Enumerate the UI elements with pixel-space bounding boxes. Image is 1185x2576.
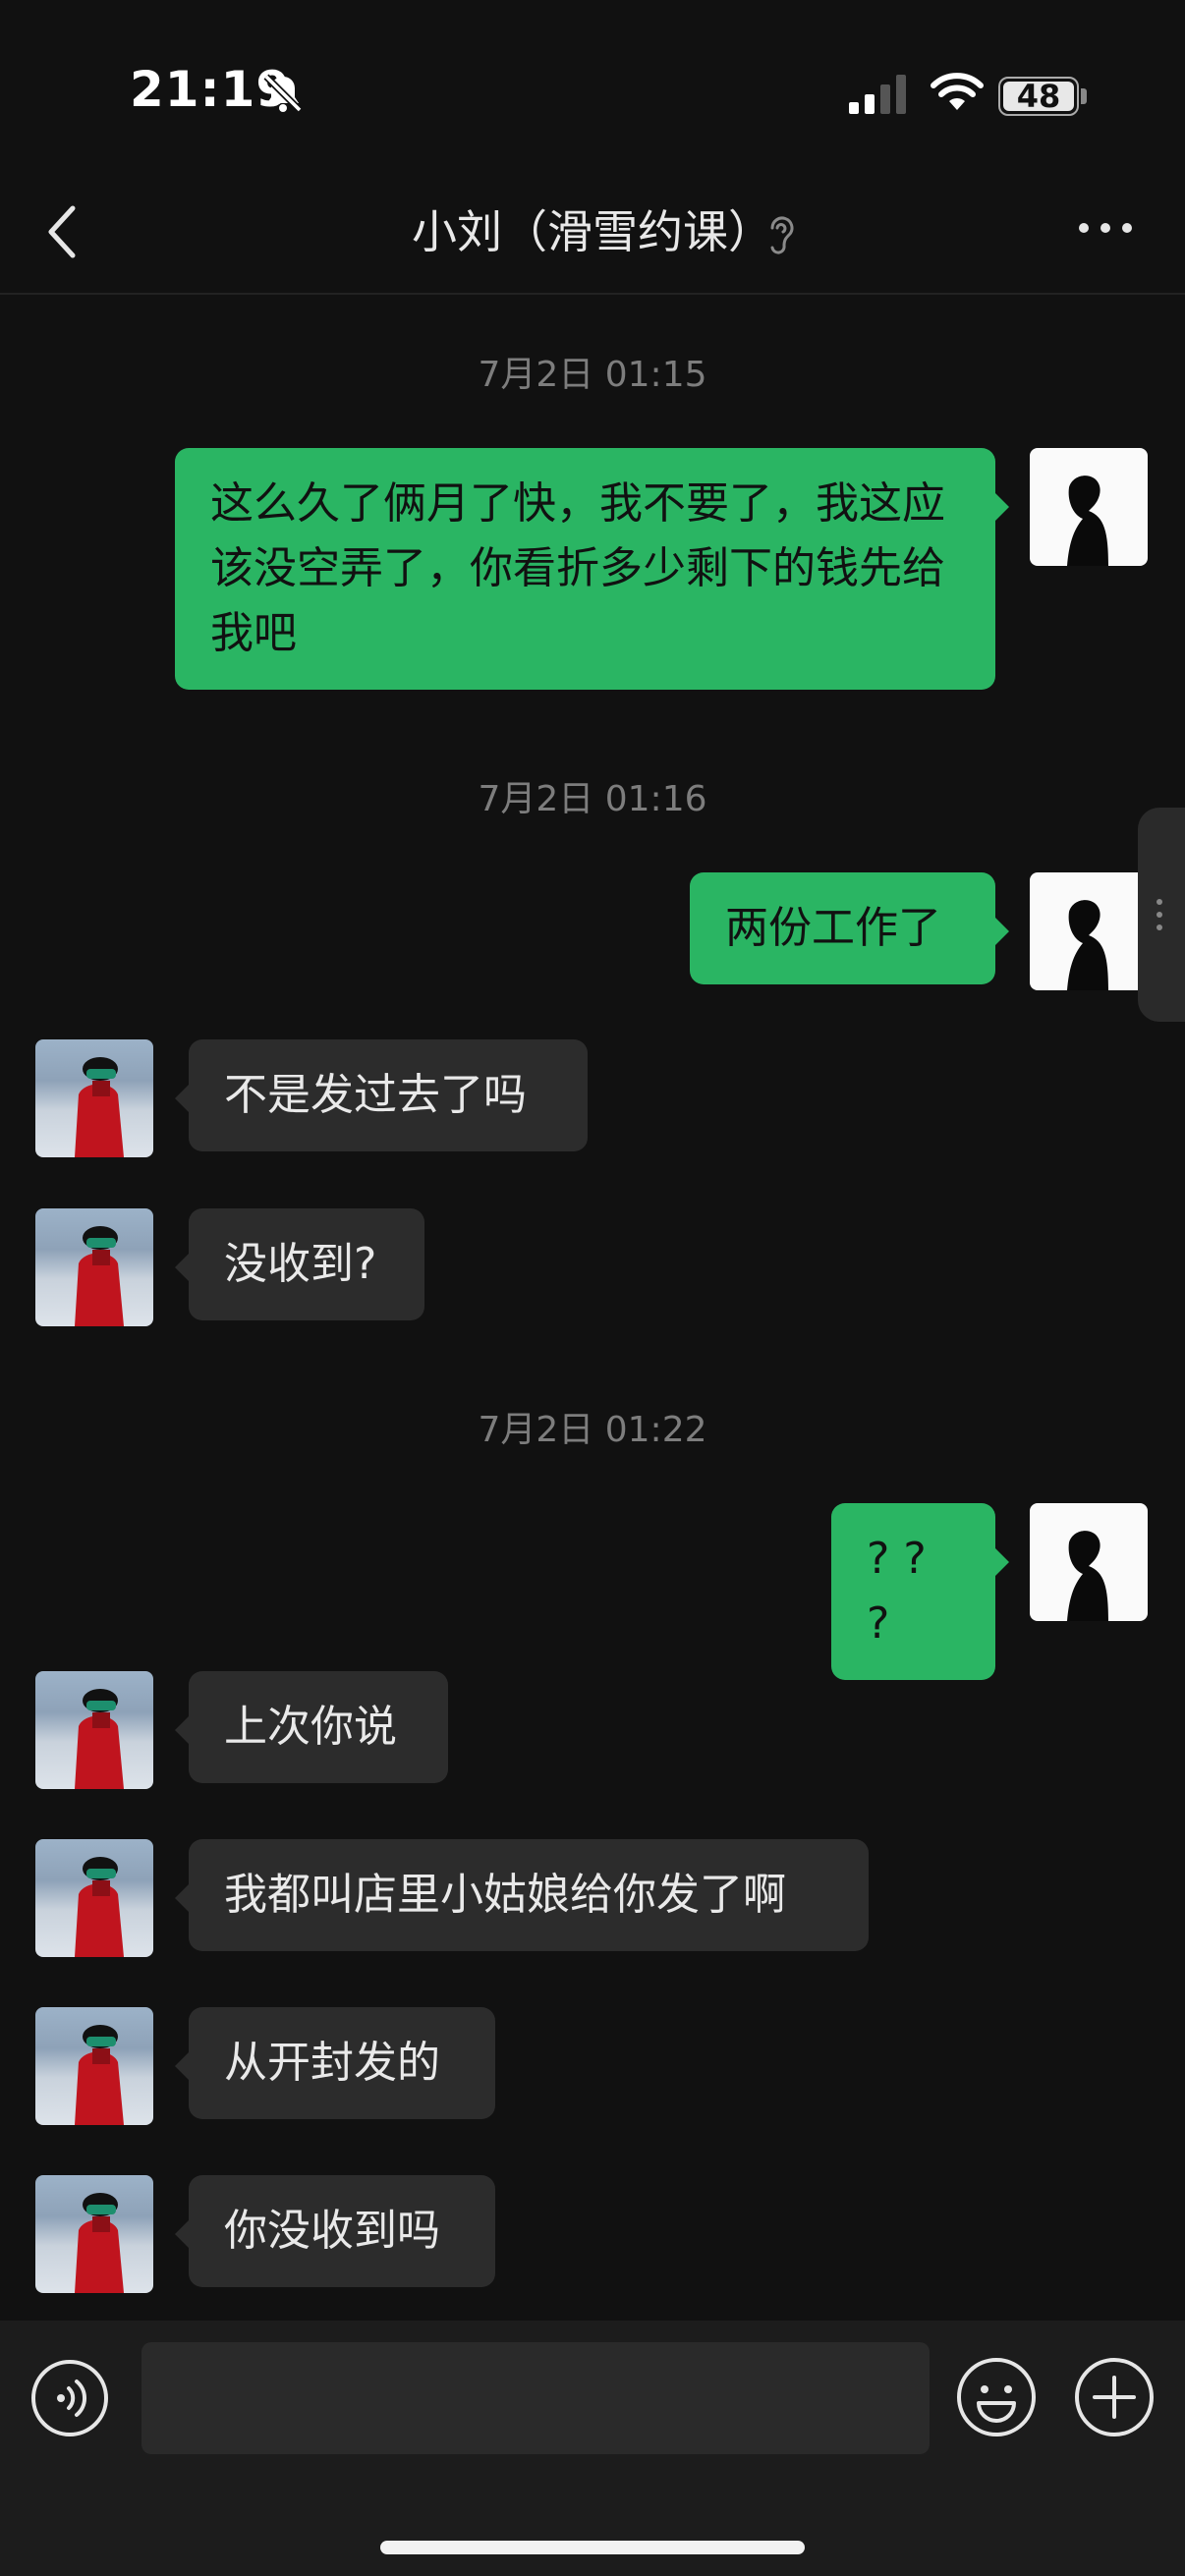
avatar-contact[interactable] bbox=[35, 1208, 153, 1326]
message-bubble-self[interactable]: 两份工作了 bbox=[690, 872, 1009, 984]
snowboarder-avatar-icon bbox=[75, 2193, 124, 2293]
emoji-icon[interactable] bbox=[955, 2356, 1038, 2438]
timestamp: 7月2日 01:15 bbox=[478, 355, 707, 395]
silhouette-avatar-icon bbox=[1067, 900, 1108, 990]
timestamp: 7月2日 01:16 bbox=[478, 779, 707, 819]
home-indicator[interactable] bbox=[380, 2541, 805, 2554]
side-drag-handle[interactable] bbox=[1138, 808, 1185, 1022]
message-bubble-contact[interactable]: 我都叫店里小姑娘给你发了啊 bbox=[175, 1839, 869, 1951]
message-text: ? ? ? bbox=[867, 1534, 927, 1649]
wifi-icon bbox=[931, 73, 984, 110]
message-text: 从开封发的 bbox=[224, 2038, 440, 2088]
silhouette-avatar-icon bbox=[1067, 476, 1108, 566]
message-bubble-contact[interactable]: 不是发过去了吗 bbox=[175, 1039, 588, 1151]
message-text: 两份工作了 bbox=[725, 903, 941, 953]
silhouette-avatar-icon bbox=[1067, 1531, 1108, 1621]
avatar-self[interactable] bbox=[1030, 448, 1148, 566]
more-dots-icon[interactable] bbox=[1076, 218, 1135, 238]
drag-handle-icon bbox=[1157, 899, 1162, 930]
nav-divider bbox=[0, 293, 1185, 295]
avatar-contact[interactable] bbox=[35, 2007, 153, 2125]
message-bubble-self[interactable]: 这么久了俩月了快，我不要了，我这应该没空弄了，你看折多少剩下的钱先给我吧 bbox=[175, 448, 1009, 690]
bell-slash-icon bbox=[263, 74, 303, 113]
signal-icon bbox=[849, 75, 906, 114]
battery-tip bbox=[1081, 88, 1087, 104]
message-bubble-contact[interactable]: 你没收到吗 bbox=[175, 2175, 495, 2287]
snowboarder-avatar-icon bbox=[75, 1226, 124, 1326]
chat-title: 小刘（滑雪约课） bbox=[412, 205, 773, 258]
message-bubble-contact[interactable]: 没收到? bbox=[175, 1208, 424, 1320]
battery-level: 48 bbox=[1016, 78, 1061, 115]
snowboarder-avatar-icon bbox=[75, 1857, 124, 1957]
message-bubble-contact[interactable]: 上次你说 bbox=[175, 1671, 448, 1783]
timestamp: 7月2日 01:22 bbox=[478, 1410, 707, 1450]
message-input[interactable] bbox=[141, 2342, 930, 2454]
voice-icon[interactable] bbox=[29, 2358, 110, 2438]
avatar-contact[interactable] bbox=[35, 1039, 153, 1157]
message-text: 你没收到吗 bbox=[224, 2206, 440, 2256]
ear-icon bbox=[770, 216, 794, 254]
message-text: 不是发过去了吗 bbox=[224, 1070, 527, 1120]
avatar-contact[interactable] bbox=[35, 2175, 153, 2293]
message-text: 没收到? bbox=[224, 1239, 377, 1289]
snowboarder-avatar-icon bbox=[75, 2025, 124, 2125]
message-bubble-self[interactable]: ? ? ? bbox=[831, 1503, 1009, 1680]
message-text: 这么久了俩月了快，我不要了，我这应该没空弄了，你看折多少剩下的钱先给我吧 bbox=[210, 478, 945, 658]
snowboarder-avatar-icon bbox=[75, 1689, 124, 1789]
message-text: 我都叫店里小姑娘给你发了啊 bbox=[224, 1870, 786, 1920]
plus-icon[interactable] bbox=[1073, 2356, 1156, 2438]
message-text: 上次你说 bbox=[224, 1702, 397, 1752]
avatar-contact[interactable] bbox=[35, 1671, 153, 1789]
avatar-self[interactable] bbox=[1030, 1503, 1148, 1621]
battery-indicator: 48 bbox=[998, 77, 1079, 116]
avatar-contact[interactable] bbox=[35, 1839, 153, 1957]
message-bubble-contact[interactable]: 从开封发的 bbox=[175, 2007, 495, 2119]
avatar-self[interactable] bbox=[1030, 872, 1148, 990]
snowboarder-avatar-icon bbox=[75, 1057, 124, 1157]
